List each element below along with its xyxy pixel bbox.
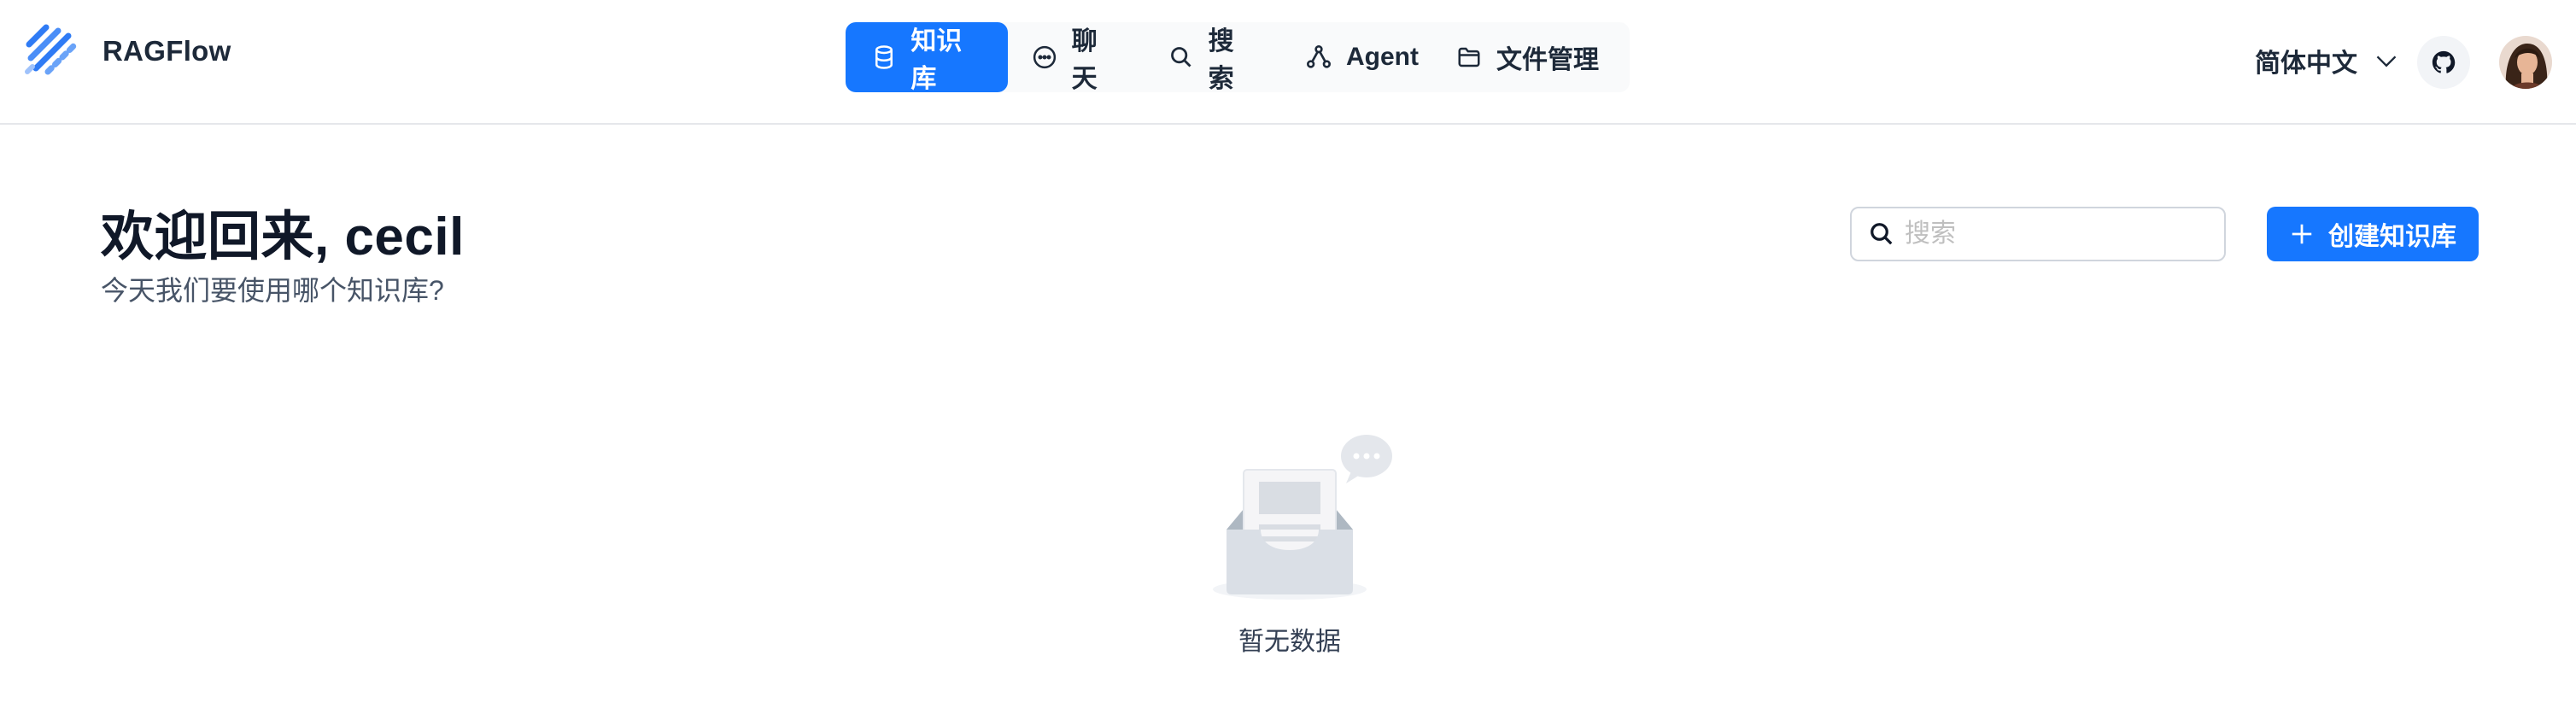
search-icon bbox=[1871, 223, 1893, 245]
github-icon bbox=[2432, 50, 2456, 73]
language-selector[interactable]: 简体中文 bbox=[2255, 39, 2398, 82]
nav-tab-label: 搜索 bbox=[1208, 27, 1234, 93]
agent-graph-icon bbox=[1305, 44, 1332, 71]
create-knowledge-base-button[interactable]: 创建知识库 bbox=[2267, 207, 2479, 261]
empty-inbox-illustration bbox=[1213, 435, 1392, 600]
language-label: 简体中文 bbox=[2255, 50, 2357, 78]
create-button-label: 创建知识库 bbox=[2328, 223, 2456, 251]
welcome-subtitle: 今天我们要使用哪个知识库? bbox=[101, 275, 444, 306]
chevron-down-icon bbox=[2376, 56, 2397, 67]
folder-icon bbox=[1455, 44, 1483, 71]
main-nav: 知识库 聊天 搜索 Agent 文件管理 bbox=[846, 22, 1630, 93]
brand-name: RAGFlow bbox=[102, 35, 231, 67]
brand[interactable]: RAGFlow bbox=[24, 22, 231, 80]
knowledge-search-input[interactable] bbox=[1905, 220, 2212, 249]
nav-tab-label: Agent bbox=[1346, 43, 1419, 71]
nav-tab-search[interactable]: 搜索 bbox=[1145, 22, 1281, 93]
user-avatar[interactable] bbox=[2499, 36, 2552, 89]
database-icon bbox=[871, 44, 897, 71]
chat-bubble-icon bbox=[1032, 44, 1058, 71]
nav-tab-label: 知识库 bbox=[910, 27, 963, 93]
nav-tab-label: 聊天 bbox=[1071, 27, 1098, 93]
top-header: RAGFlow 知识库 聊天 搜索 Agent 文件管理 简体中文 bbox=[0, 0, 2576, 125]
github-button[interactable] bbox=[2417, 36, 2470, 89]
knowledge-search-field[interactable] bbox=[1850, 207, 2226, 261]
ragflow-logo-icon bbox=[25, 24, 77, 75]
nav-tab-knowledge-base[interactable]: 知识库 bbox=[846, 22, 1008, 93]
empty-state-text: 暂无数据 bbox=[1238, 628, 1341, 656]
nav-tab-label: 文件管理 bbox=[1496, 46, 1599, 74]
nav-tab-agent[interactable]: Agent bbox=[1281, 22, 1431, 92]
search-icon bbox=[1168, 44, 1195, 71]
nav-tab-chat[interactable]: 聊天 bbox=[1008, 22, 1145, 93]
plus-icon bbox=[2292, 224, 2312, 244]
welcome-heading: 欢迎回来, cecil bbox=[101, 208, 465, 266]
nav-tab-file-management[interactable]: 文件管理 bbox=[1431, 22, 1630, 92]
